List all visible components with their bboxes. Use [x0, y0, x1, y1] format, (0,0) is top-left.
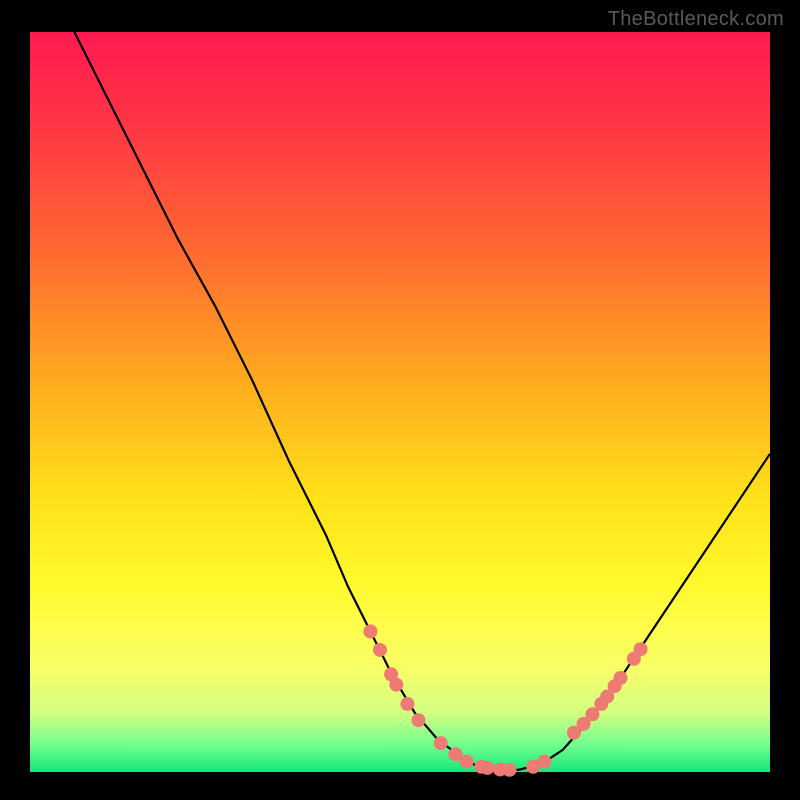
fit-marker — [363, 624, 377, 638]
chart-svg — [0, 0, 800, 800]
fit-marker — [412, 713, 426, 727]
plot-background — [30, 32, 770, 772]
fit-marker — [480, 761, 494, 775]
watermark-text: TheBottleneck.com — [608, 8, 784, 31]
fit-marker — [503, 763, 517, 777]
fit-marker — [614, 671, 628, 685]
fit-marker — [537, 755, 551, 769]
chart-container: TheBottleneck.com — [0, 0, 800, 800]
fit-marker — [460, 755, 474, 769]
fit-marker — [389, 678, 403, 692]
fit-marker — [434, 736, 448, 750]
fit-marker — [373, 643, 387, 657]
fit-marker — [634, 642, 648, 656]
fit-marker — [400, 697, 414, 711]
